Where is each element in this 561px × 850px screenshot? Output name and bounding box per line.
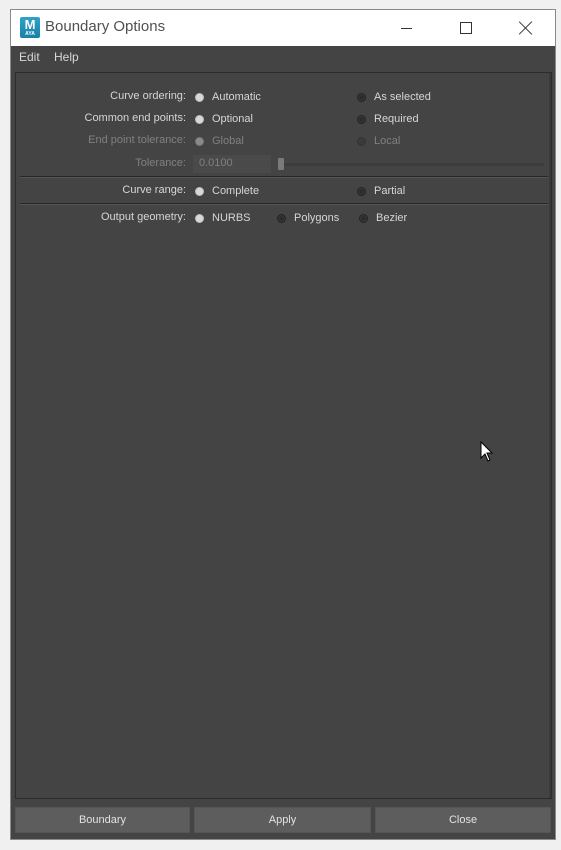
close-icon: [519, 21, 533, 35]
curve-ordering-row: Curve ordering: Automatic As selected: [16, 88, 551, 106]
tolerance-slider-track[interactable]: [278, 163, 544, 166]
close-button[interactable]: Close: [375, 807, 551, 833]
tolerance-field[interactable]: 0.0100: [193, 155, 271, 173]
radio-bezier[interactable]: Bezier: [359, 209, 407, 227]
separator: [20, 176, 548, 178]
radio-local[interactable]: Local: [357, 132, 400, 150]
menu-edit[interactable]: Edit: [19, 50, 40, 64]
radio-as-selected[interactable]: As selected: [357, 88, 431, 106]
maya-app-icon: M AYA: [20, 17, 40, 38]
options-panel: Curve ordering: Automatic As selected Co…: [15, 72, 552, 799]
common-end-points-label: Common end points:: [84, 112, 187, 124]
radio-dot: [195, 186, 204, 196]
radio-dot: [195, 136, 204, 146]
separator: [20, 203, 548, 205]
tolerance-label: Tolerance:: [135, 157, 186, 169]
radio-global[interactable]: Global: [195, 132, 244, 150]
radio-polygons[interactable]: Polygons: [277, 209, 339, 227]
maximize-button[interactable]: [443, 10, 489, 46]
radio-partial[interactable]: Partial: [357, 182, 405, 200]
radio-dot: [359, 213, 368, 223]
title-bar[interactable]: M AYA Boundary Options: [11, 10, 555, 46]
radio-dot: [357, 186, 366, 196]
mouse-pointer-icon: [480, 441, 494, 462]
output-geometry-label: Output geometry:: [101, 211, 186, 223]
end-point-tolerance-label: End point tolerance:: [88, 134, 186, 146]
curve-range-label: Curve range:: [122, 184, 186, 196]
output-geometry-row: Output geometry: NURBS Polygons Bezier: [16, 209, 551, 227]
menu-bar: Edit Help: [11, 46, 555, 68]
radio-dot: [357, 114, 366, 124]
window-title: Boundary Options: [45, 18, 166, 35]
tolerance-slider-handle[interactable]: [278, 158, 284, 170]
radio-dot: [195, 114, 204, 124]
curve-range-row: Curve range: Complete Partial: [16, 182, 551, 200]
minimize-icon: [400, 27, 412, 29]
radio-dot: [357, 92, 366, 102]
minimize-button[interactable]: [383, 10, 429, 46]
radio-automatic[interactable]: Automatic: [195, 88, 261, 106]
apply-button[interactable]: Apply: [194, 807, 371, 833]
radio-dot: [195, 92, 204, 102]
curve-ordering-label: Curve ordering:: [110, 90, 186, 102]
close-window-button[interactable]: [503, 10, 549, 46]
common-end-points-row: Common end points: Optional Required: [16, 110, 551, 128]
maximize-icon: [460, 22, 472, 34]
radio-dot: [357, 136, 366, 146]
radio-required[interactable]: Required: [357, 110, 419, 128]
radio-complete[interactable]: Complete: [195, 182, 259, 200]
radio-nurbs[interactable]: NURBS: [195, 209, 251, 227]
menu-help[interactable]: Help: [54, 50, 79, 64]
radio-optional[interactable]: Optional: [195, 110, 253, 128]
radio-dot: [195, 213, 204, 223]
tolerance-row: Tolerance: 0.0100: [16, 155, 551, 173]
end-point-tolerance-row: End point tolerance: Global Local: [16, 132, 551, 150]
boundary-button[interactable]: Boundary: [15, 807, 190, 833]
boundary-options-window: M AYA Boundary Options Edit Help Curve o…: [10, 9, 556, 840]
radio-dot: [277, 213, 286, 223]
